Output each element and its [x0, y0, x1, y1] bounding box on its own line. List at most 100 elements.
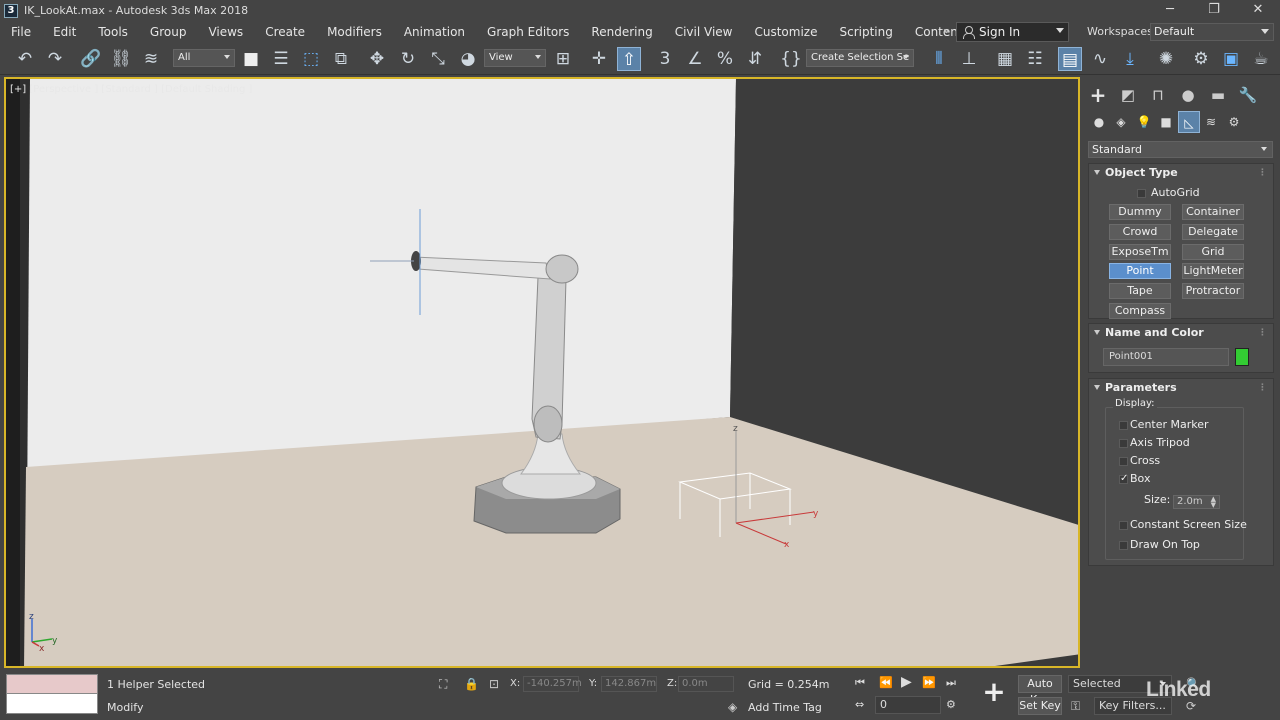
selection-filter-dropdown[interactable]: All	[173, 49, 235, 67]
set-key-button[interactable]: Set Key	[1018, 697, 1062, 715]
menu-graph-editors[interactable]: Graph Editors	[476, 21, 580, 43]
key-icon[interactable]: ⚿	[1071, 699, 1080, 714]
previous-frame-icon[interactable]: ⏪	[879, 676, 893, 689]
align-icon[interactable]: ⊥	[957, 47, 981, 71]
menu-scripting[interactable]: Scripting	[828, 21, 903, 43]
pivot-center-icon[interactable]: ⊞	[551, 47, 575, 71]
set-keys-icon[interactable]: +	[978, 676, 1010, 710]
menu-rendering[interactable]: Rendering	[580, 21, 663, 43]
perspective-viewport[interactable]: z y x z y x [+] [Perspective ] [Standard…	[4, 77, 1080, 668]
key-mode-toggle-icon[interactable]: ⇔	[855, 698, 864, 711]
go-to-start-icon[interactable]: ⏮	[855, 676, 865, 690]
named-selection-set-dropdown[interactable]: Create Selection Se	[806, 49, 914, 67]
menu-overflow-icon[interactable]: »	[943, 21, 949, 43]
crowd-button[interactable]: Crowd	[1109, 224, 1171, 240]
mini-listener-output[interactable]	[6, 674, 98, 694]
select-rotate-icon[interactable]: ↻	[396, 47, 420, 71]
constant-screen-size-checkbox[interactable]	[1119, 521, 1128, 530]
menu-tools[interactable]: Tools	[87, 21, 139, 43]
y-coordinate-field[interactable]: 142.867m	[601, 676, 657, 692]
render-setup-icon[interactable]: ⚙	[1189, 47, 1213, 71]
size-spinner[interactable]: 2.0m ▲ ▼	[1173, 495, 1220, 509]
menu-animation[interactable]: Animation	[393, 21, 476, 43]
center-marker-checkbox[interactable]	[1119, 421, 1128, 430]
select-move-icon[interactable]: ✥	[365, 47, 389, 71]
select-by-name-icon[interactable]: ☰	[269, 47, 293, 71]
object-name-field[interactable]: Point001	[1103, 348, 1229, 366]
close-button[interactable]: ✕	[1236, 0, 1280, 21]
selection-lock-icon[interactable]: 🔒	[464, 677, 479, 691]
space-warps-category-icon[interactable]: ≋	[1200, 111, 1222, 133]
parameters-header[interactable]: Parameters ⋮	[1089, 379, 1273, 397]
minimize-button[interactable]: ─	[1148, 0, 1192, 21]
modify-tab-icon[interactable]: ◩	[1116, 83, 1140, 107]
helper-type-dropdown[interactable]: Standard	[1088, 141, 1273, 158]
edit-named-selection-icon[interactable]: {}	[779, 47, 803, 71]
motion-tab-icon[interactable]: ●	[1176, 83, 1200, 107]
redo-icon[interactable]: ↷	[43, 47, 67, 71]
point-button[interactable]: Point	[1109, 263, 1171, 279]
scene-explorer-icon[interactable]: ▦	[993, 47, 1017, 71]
menu-views[interactable]: Views	[197, 21, 254, 43]
helpers-category-icon[interactable]: ◺	[1178, 111, 1200, 133]
z-coordinate-field[interactable]: 0.0m	[678, 676, 734, 692]
box-checkbox[interactable]	[1119, 473, 1128, 484]
next-frame-icon[interactable]: ⏩	[922, 676, 936, 689]
render-production-icon[interactable]: ☕	[1249, 47, 1273, 71]
menu-file[interactable]: File	[0, 21, 42, 43]
select-scale-icon[interactable]: ⤡	[426, 47, 450, 71]
go-to-end-icon[interactable]: ⏭	[946, 676, 956, 690]
axis-tripod-checkbox[interactable]	[1119, 439, 1128, 448]
cross-checkbox[interactable]	[1119, 457, 1128, 466]
current-frame-spinner[interactable]: 0	[875, 696, 941, 714]
object-color-swatch[interactable]	[1235, 348, 1249, 366]
play-icon[interactable]: ▶	[901, 674, 912, 690]
schematic-view-icon[interactable]: ⤓	[1118, 47, 1142, 71]
rectangular-selection-icon[interactable]: ⬚	[299, 47, 323, 71]
hierarchy-tab-icon[interactable]: ⊓	[1146, 83, 1170, 107]
select-object-icon[interactable]: ■	[239, 47, 263, 71]
time-configuration-icon[interactable]: ⚙	[946, 698, 956, 711]
lights-category-icon[interactable]: 💡	[1133, 111, 1155, 133]
select-place-icon[interactable]: ◕	[456, 47, 480, 71]
link-icon[interactable]: 🔗	[79, 47, 103, 71]
undo-icon[interactable]: ↶	[13, 47, 37, 71]
select-manipulate-icon[interactable]: ✛	[587, 47, 611, 71]
restore-button[interactable]: ❐	[1192, 0, 1236, 21]
material-editor-icon[interactable]: ✺	[1154, 47, 1178, 71]
container-button[interactable]: Container	[1182, 204, 1244, 220]
keyboard-shortcut-override-icon[interactable]: ⇧	[617, 47, 641, 71]
workspaces-dropdown[interactable]: Default	[1150, 23, 1274, 41]
mini-listener-input[interactable]	[6, 694, 98, 714]
display-tab-icon[interactable]: ▬	[1206, 83, 1230, 107]
cameras-category-icon[interactable]: ■	[1155, 111, 1177, 133]
spinner-snap-icon[interactable]: ⇵	[743, 47, 767, 71]
grid-button[interactable]: Grid	[1182, 244, 1244, 260]
menu-edit[interactable]: Edit	[42, 21, 87, 43]
isolate-selection-icon[interactable]: ⛶	[439, 677, 447, 692]
mirror-icon[interactable]: ⫴	[927, 47, 951, 71]
menu-modifiers[interactable]: Modifiers	[316, 21, 393, 43]
geometry-category-icon[interactable]: ●	[1088, 111, 1110, 133]
utilities-tab-icon[interactable]: 🔧	[1236, 83, 1260, 107]
menu-create[interactable]: Create	[254, 21, 316, 43]
menu-civil-view[interactable]: Civil View	[664, 21, 744, 43]
spinner-arrows-icon[interactable]: ▲ ▼	[1211, 496, 1216, 509]
shapes-category-icon[interactable]: ◈	[1110, 111, 1132, 133]
autogrid-checkbox[interactable]	[1137, 189, 1146, 198]
curve-editor-icon[interactable]: ∿	[1088, 47, 1112, 71]
snaps-toggle-icon[interactable]: 3	[653, 47, 677, 71]
exposetm-button[interactable]: ExposeTm	[1109, 244, 1171, 260]
object-type-header[interactable]: Object Type ⋮	[1089, 164, 1273, 182]
delegate-button[interactable]: Delegate	[1182, 224, 1244, 240]
compass-button[interactable]: Compass	[1109, 303, 1171, 319]
protractor-button[interactable]: Protractor	[1182, 283, 1244, 299]
maxscript-mini-listener[interactable]	[6, 674, 98, 714]
bind-space-warp-icon[interactable]: ≋	[139, 47, 163, 71]
create-tab-icon[interactable]: +	[1086, 83, 1110, 107]
rendered-frame-window-icon[interactable]: ▣	[1219, 47, 1243, 71]
lightmeter-button[interactable]: LightMeter	[1182, 263, 1244, 279]
dummy-button[interactable]: Dummy	[1109, 204, 1171, 220]
window-crossing-icon[interactable]: ⧉	[329, 47, 353, 71]
absolute-mode-icon[interactable]: ⊡	[489, 677, 499, 691]
